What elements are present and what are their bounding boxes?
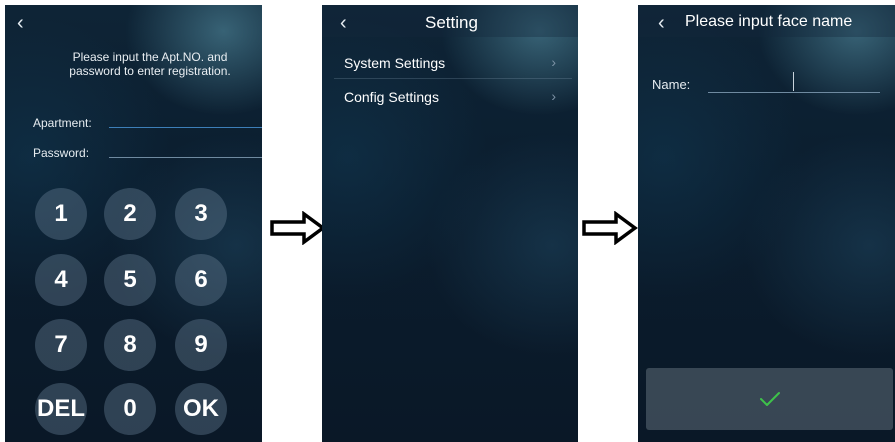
- key-1[interactable]: 1: [35, 188, 87, 240]
- name-label: Name:: [652, 77, 691, 92]
- key-0[interactable]: 0: [104, 383, 156, 435]
- apartment-label: Apartment:: [33, 116, 92, 130]
- key-ok[interactable]: OK: [175, 383, 227, 435]
- menu-item-label: System Settings: [344, 55, 446, 71]
- registration-screen: ‹ Please input the Apt.NO. and password …: [5, 5, 262, 442]
- key-7[interactable]: 7: [35, 319, 87, 371]
- right-arrow-icon: [270, 211, 326, 245]
- chevron-left-icon[interactable]: ‹: [340, 13, 347, 33]
- confirm-button[interactable]: [646, 368, 893, 430]
- key-9[interactable]: 9: [175, 319, 227, 371]
- key-4[interactable]: 4: [35, 254, 87, 306]
- key-5[interactable]: 5: [104, 254, 156, 306]
- page-title: Setting: [425, 13, 478, 32]
- menu-item-config-settings[interactable]: Config Settings ›: [322, 79, 578, 113]
- chevron-right-icon: ›: [551, 88, 556, 104]
- right-arrow-icon: [582, 211, 638, 245]
- checkmark-icon: [759, 392, 780, 406]
- key-8[interactable]: 8: [104, 319, 156, 371]
- key-3[interactable]: 3: [175, 188, 227, 240]
- key-del[interactable]: DEL: [35, 383, 87, 435]
- menu-item-system-settings[interactable]: System Settings ›: [322, 45, 578, 79]
- key-2[interactable]: 2: [104, 188, 156, 240]
- page-title: Please input face name: [685, 13, 853, 30]
- password-label: Password:: [33, 146, 90, 160]
- key-6[interactable]: 6: [175, 254, 227, 306]
- password-input[interactable]: [109, 157, 262, 158]
- chevron-left-icon[interactable]: ‹: [658, 13, 665, 33]
- face-name-screen: ‹ Please input face name Name:: [638, 5, 895, 442]
- setting-screen: ‹ Setting System Settings › Config Setti…: [322, 5, 578, 442]
- chevron-right-icon: ›: [551, 54, 556, 70]
- name-input[interactable]: [708, 92, 880, 93]
- chevron-left-icon[interactable]: ‹: [17, 13, 24, 33]
- menu-item-label: Config Settings: [344, 89, 439, 105]
- instruction-text: Please input the Apt.NO. and password to…: [69, 50, 231, 78]
- apartment-input[interactable]: [109, 127, 262, 128]
- text-cursor: [793, 72, 794, 91]
